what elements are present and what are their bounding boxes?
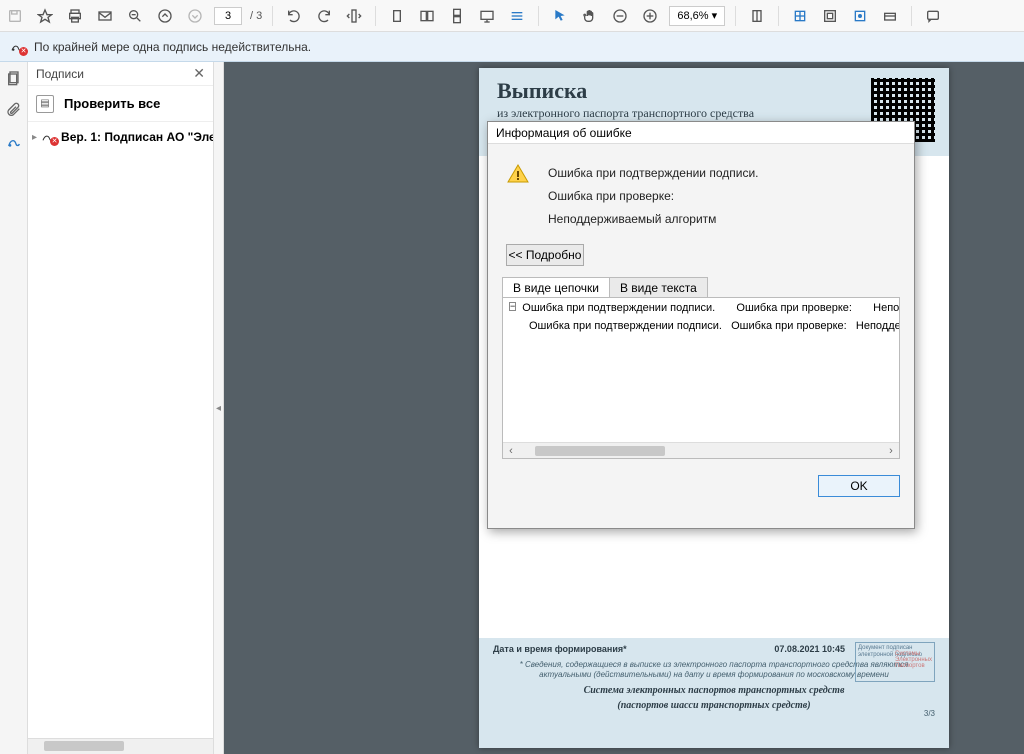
save-icon[interactable] (4, 5, 26, 27)
signature-invalid-icon: ✕ (10, 40, 26, 54)
star-icon[interactable] (34, 5, 56, 27)
mail-icon[interactable] (94, 5, 116, 27)
undo-icon[interactable] (283, 5, 305, 27)
comment-icon[interactable] (922, 5, 944, 27)
signatures-panel: Подписи ✕ ▤ Проверить все ▸ ✕ Вер. 1: По… (28, 62, 214, 754)
error-info-dialog: Информация об ошибке Ошибка при подтверж… (487, 121, 915, 529)
dialog-title: Информация об ошибке (488, 122, 914, 144)
tree-collapse-icon[interactable]: − (509, 302, 516, 311)
tab-text[interactable]: В виде текста (609, 277, 708, 298)
tree-hscrollbar[interactable]: ‹› (503, 442, 899, 458)
doc-system-line2: (паспортов шасси транспортных средств) (493, 700, 935, 711)
tree-options-icon[interactable]: ▤ (36, 95, 54, 113)
tool2-icon[interactable] (789, 5, 811, 27)
tool3-icon[interactable] (819, 5, 841, 27)
zoom-select[interactable]: 68,6% ▾ (669, 6, 725, 26)
doc-title: Выписка (497, 78, 931, 104)
ok-button[interactable]: OK (818, 475, 900, 497)
signature-rev-label: Вер. 1: Подписан АО "Электрон (61, 130, 213, 144)
details-toggle-button[interactable]: << Подробно (506, 244, 584, 266)
print-icon[interactable] (64, 5, 86, 27)
dialog-msg-2: Ошибка при проверке: (548, 185, 758, 208)
signature-warning-bar: ✕ По крайней мере одна подпись недействи… (0, 32, 1024, 62)
lines-icon[interactable] (506, 5, 528, 27)
presentation-icon[interactable] (476, 5, 498, 27)
tool4-icon[interactable] (849, 5, 871, 27)
side-toolbar (0, 62, 28, 754)
signature-invalid-icon: ✕ (41, 130, 57, 144)
doc-date-label: Дата и время формирования* (493, 644, 627, 654)
page-total-label: / 3 (250, 10, 262, 22)
zoom-out-icon[interactable] (124, 5, 146, 27)
pointer-icon[interactable] (549, 5, 571, 27)
dialog-msg-1: Ошибка при подтверждении подписи. (548, 162, 758, 185)
page-up-icon[interactable] (154, 5, 176, 27)
signatures-panel-icon[interactable] (4, 132, 24, 152)
continuous-icon[interactable] (446, 5, 468, 27)
two-page-icon[interactable] (416, 5, 438, 27)
single-page-icon[interactable] (386, 5, 408, 27)
panel-hscrollbar[interactable] (28, 738, 213, 754)
dialog-msg-3: Неподдерживаемый алгоритм (548, 208, 758, 231)
tool5-icon[interactable] (879, 5, 901, 27)
tool1-icon[interactable] (746, 5, 768, 27)
verify-all-button[interactable]: Проверить все (64, 96, 160, 111)
signature-tree-row[interactable]: ▸ ✕ Вер. 1: Подписан АО "Электрон (32, 130, 209, 144)
error-tree-view[interactable]: − Ошибка при подтверждении подписи. Ошиб… (502, 297, 900, 459)
tab-chain[interactable]: В виде цепочки (502, 277, 610, 298)
warning-triangle-icon (506, 162, 530, 186)
expand-caret-icon[interactable]: ▸ (32, 132, 37, 143)
main-toolbar: / 3 68,6% ▾ (0, 0, 1024, 32)
doc-subtitle: из электронного паспорта транспортного с… (497, 106, 931, 121)
signatures-panel-title: Подписи (36, 67, 84, 81)
page-down-icon[interactable] (184, 5, 206, 27)
page-number-input[interactable] (214, 7, 242, 25)
doc-page-number: 3/3 (924, 709, 935, 718)
zoom-minus-icon[interactable] (609, 5, 631, 27)
fit-width-icon[interactable] (343, 5, 365, 27)
pages-panel-icon[interactable] (4, 68, 24, 88)
redo-icon[interactable] (313, 5, 335, 27)
collapse-panel-handle[interactable]: ◂ (214, 62, 224, 754)
signature-warning-text: По крайней мере одна подпись недействите… (34, 40, 311, 54)
close-panel-icon[interactable]: ✕ (193, 65, 205, 82)
hand-icon[interactable] (579, 5, 601, 27)
zoom-plus-icon[interactable] (639, 5, 661, 27)
doc-system-line1: Система электронных паспортов транспортн… (493, 685, 935, 696)
doc-date-value: 07.08.2021 10:45 (774, 644, 845, 654)
signature-stamp: Документ подписан электронной подписью С… (855, 642, 935, 682)
attachments-panel-icon[interactable] (4, 100, 24, 120)
